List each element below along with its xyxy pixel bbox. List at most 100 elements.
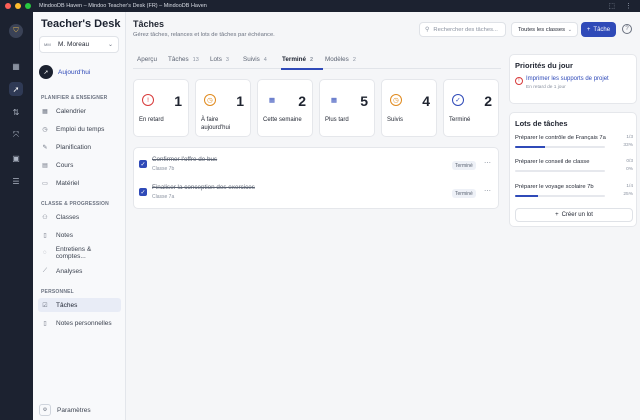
- sidebar-item-tasks[interactable]: ☑ Tâches: [38, 298, 121, 312]
- stat-value: 4: [422, 93, 430, 109]
- stat-label: Terminé: [449, 117, 471, 123]
- main-content: Tâches Gérez tâches, relances et lots de…: [126, 12, 640, 420]
- task-title: Finaliser la conception des exercices: [152, 184, 255, 191]
- priority-item-title[interactable]: Imprimer les supports de projet: [526, 76, 609, 82]
- stat-card-followups[interactable]: ◷ 4 Suivis: [381, 79, 437, 137]
- stat-label: En retard: [139, 117, 164, 123]
- sidebar-item-notes[interactable]: ▯ Notes personnelles: [38, 316, 121, 330]
- avatar: MM: [44, 41, 51, 47]
- dashboard-icon[interactable]: ▦: [9, 59, 23, 73]
- tab-tasks[interactable]: Tâches 13: [168, 56, 199, 63]
- stat-value: 2: [484, 93, 492, 109]
- tab-label: Aperçu: [137, 56, 157, 63]
- clock-icon: ◷: [390, 94, 402, 106]
- sidebar-item-meetings[interactable]: ◌ Entretiens & comptes...: [38, 246, 121, 260]
- clock-icon: ◷: [204, 94, 216, 106]
- lot-name: Préparer le contrôle de Français 7a: [515, 135, 606, 141]
- list-item[interactable]: ✓ Finaliser la conception des exercices …: [134, 180, 500, 206]
- sidebar-item-calendar[interactable]: ▦ Calendrier: [38, 104, 121, 118]
- sidebar-item-schedule[interactable]: ◷ Emploi du temps: [38, 122, 121, 136]
- sidebar-item-classes[interactable]: ⚇ Classes: [38, 210, 121, 224]
- tab-label: Terminé: [282, 56, 307, 63]
- stat-card-later[interactable]: ▦ 5 Plus tard: [319, 79, 375, 137]
- lot-name: Préparer le conseil de classe: [515, 159, 590, 165]
- tab-followups[interactable]: Suivis 4: [243, 56, 267, 63]
- tab-overview[interactable]: Aperçu: [137, 56, 157, 63]
- settings-button[interactable]: ⚙ Paramètres: [39, 404, 91, 416]
- window-title: MindooDB Haven – Mindoo Teacher's Desk (…: [39, 3, 207, 9]
- expand-icon[interactable]: ⤧: [9, 128, 23, 142]
- sliders-icon[interactable]: ☰: [9, 174, 23, 188]
- task-class: Classe 7a: [152, 194, 175, 200]
- minimize-window-button[interactable]: [15, 3, 21, 9]
- lot-name: Préparer le voyage scolaire 7b: [515, 184, 594, 190]
- sidebar-item-label: Entretiens & comptes...: [55, 246, 92, 260]
- lot-percent: 0%: [626, 167, 633, 172]
- lot-progress-bar: [515, 195, 605, 197]
- tab-lots[interactable]: Lots 3: [210, 56, 229, 63]
- stat-card-today[interactable]: ◷ 1 À faire aujourd'hui: [195, 79, 251, 137]
- close-window-button[interactable]: [5, 3, 11, 9]
- section-personal: PERSONNEL: [41, 289, 74, 295]
- tab-count: 3: [225, 57, 229, 63]
- sidebar-item-label: Matériel: [56, 179, 80, 187]
- class-filter-select[interactable]: Toutes les classes ⌄: [511, 22, 578, 37]
- more-icon[interactable]: ⋯: [484, 159, 491, 167]
- lot-percent: 33%: [623, 143, 633, 148]
- stat-card-this-week[interactable]: ▦ 2 Cette semaine: [257, 79, 313, 137]
- document-icon: ▯: [43, 232, 47, 239]
- task-checkbox[interactable]: ✓: [139, 188, 147, 196]
- lot-item[interactable]: Préparer le voyage scolaire 7b 1/4 25%: [515, 184, 633, 197]
- folder-icon: ▭: [42, 180, 48, 187]
- users-icon: ⚇: [42, 214, 48, 221]
- more-icon[interactable]: ⋮: [625, 2, 632, 10]
- stat-value: 5: [360, 93, 368, 109]
- tab-count: 13: [192, 57, 199, 63]
- share-icon[interactable]: ⬚: [608, 2, 615, 10]
- sidebar-item-label: Classes: [56, 213, 80, 221]
- task-checkbox[interactable]: ✓: [139, 160, 147, 168]
- help-icon[interactable]: ?: [622, 24, 632, 34]
- section-class: CLASSE & PROGRESSION: [41, 201, 109, 207]
- rocket-icon: ➚: [39, 65, 53, 79]
- stat-value: 1: [236, 93, 244, 109]
- status-badge: Terminé: [452, 189, 476, 198]
- more-icon[interactable]: ⋯: [484, 187, 491, 195]
- rocket-icon[interactable]: ➚: [9, 82, 23, 96]
- stat-label: À faire aujourd'hui: [201, 117, 231, 131]
- calendar-icon: ▦: [268, 97, 276, 104]
- sidebar-item-planning[interactable]: ✎ Planification: [38, 140, 121, 154]
- tab-done[interactable]: Terminé 2: [282, 56, 313, 63]
- lot-count: 1/3: [626, 135, 633, 140]
- tab-templates[interactable]: Modèles 2: [325, 56, 356, 63]
- search-input[interactable]: ⚲ Rechercher des tâches...: [419, 22, 506, 37]
- lot-item[interactable]: Préparer le contrôle de Français 7a 1/3 …: [515, 135, 633, 148]
- create-lot-label: Créer un lot: [561, 212, 593, 218]
- stat-label: Plus tard: [325, 117, 349, 123]
- add-task-button[interactable]: + Tâche: [581, 22, 616, 37]
- sidebar-item-label: Calendrier: [56, 107, 86, 115]
- stat-card-overdue[interactable]: ! 1 En retard: [133, 79, 189, 137]
- today-button[interactable]: ➚ Aujourd'hui: [39, 65, 90, 79]
- app-logo-icon: ⛉: [9, 24, 23, 38]
- settings-label: Paramètres: [57, 406, 91, 414]
- sidebar-item-analyses[interactable]: ⟋ Analyses: [38, 264, 121, 278]
- stat-card-done[interactable]: ✓ 2 Terminé: [443, 79, 499, 137]
- sidebar-item-label: Planification: [56, 143, 92, 151]
- maximize-window-button[interactable]: [25, 3, 31, 9]
- create-lot-button[interactable]: + Créer un lot: [515, 208, 633, 222]
- lot-item[interactable]: Préparer le conseil de classe 0/3 0%: [515, 159, 633, 172]
- sidebar-item-material[interactable]: ▭ Matériel: [38, 176, 121, 190]
- lot-count: 0/3: [626, 159, 633, 164]
- list-item[interactable]: ✓ Confirmer l'offre de bus Classe 7b Ter…: [134, 152, 500, 178]
- sidebar-item-courses[interactable]: ▤ Cours: [38, 158, 121, 172]
- sidebar-item-label: Tâches: [56, 301, 78, 309]
- tab-count: 2: [352, 57, 356, 63]
- user-selector[interactable]: MM M. Moreau ⌄: [39, 36, 119, 53]
- sync-icon[interactable]: ⇅: [9, 105, 23, 119]
- sidebar-item-grades[interactable]: ▯ Notes: [38, 228, 121, 242]
- lot-progress-fill: [515, 146, 545, 148]
- gallery-icon[interactable]: ▣: [9, 151, 23, 165]
- lots-panel: Lots de tâches Préparer le contrôle de F…: [509, 112, 637, 227]
- alert-icon: !: [515, 77, 523, 85]
